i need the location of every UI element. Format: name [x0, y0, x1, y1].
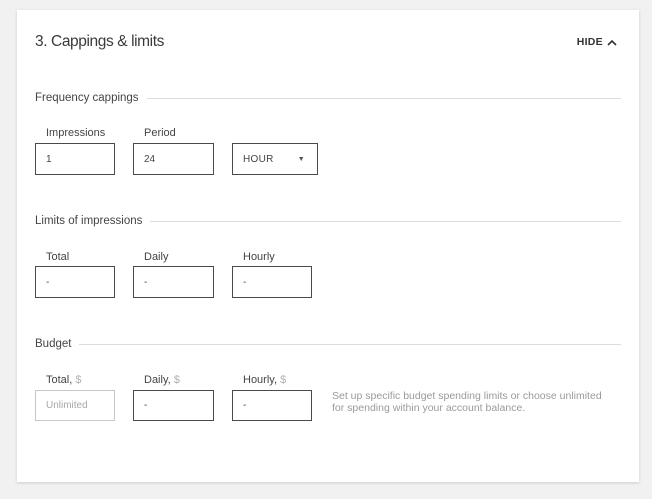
budget-total-label: Total, $ [46, 374, 81, 386]
budget-total-input[interactable]: Unlimited [35, 390, 115, 421]
budget-hourly-input[interactable]: - [232, 390, 312, 421]
limits-hourly-label: Hourly [243, 251, 275, 263]
currency-unit: $ [75, 374, 82, 386]
limits-daily-input[interactable]: - [133, 266, 214, 298]
divider [150, 220, 621, 222]
caret-down-icon: ▼ [297, 155, 305, 163]
period-unit-select[interactable]: HOUR ▼ [232, 143, 318, 175]
limits-daily-label: Daily [144, 251, 169, 263]
divider [79, 343, 621, 345]
budget-hourly-label-text: Hourly, [243, 374, 278, 386]
budget-daily-label: Daily, $ [144, 374, 180, 386]
hide-label: HIDE [576, 36, 603, 48]
hide-button[interactable]: HIDE [577, 36, 617, 48]
limits-total-input[interactable]: - [35, 266, 115, 298]
frequency-heading: Frequency cappings [35, 92, 139, 104]
limits-total-label: Total [46, 251, 70, 263]
card-title: 3. Cappings & limits [35, 33, 164, 50]
impressions-input[interactable]: 1 [35, 143, 115, 175]
currency-unit: $ [280, 374, 287, 386]
impressions-label: Impressions [46, 127, 106, 139]
chevron-up-icon [607, 39, 617, 46]
budget-daily-label-text: Daily, [144, 374, 171, 386]
limits-section-header: Limits of impressions [35, 215, 621, 227]
limits-hourly-input[interactable]: - [232, 266, 312, 298]
currency-unit: $ [173, 374, 180, 386]
limits-heading: Limits of impressions [35, 215, 143, 227]
budget-heading: Budget [35, 338, 72, 350]
cappings-limits-card: 3. Cappings & limits HIDE Frequency capp… [17, 10, 639, 482]
budget-hint: Set up specific budget spending limits o… [332, 390, 602, 414]
period-label: Period [144, 127, 176, 139]
period-input[interactable]: 24 [133, 143, 214, 175]
budget-hourly-label: Hourly, $ [243, 374, 286, 386]
period-unit-value: HOUR [243, 153, 274, 165]
budget-daily-input[interactable]: - [133, 390, 214, 421]
budget-total-label-text: Total, [46, 374, 73, 386]
budget-section-header: Budget [35, 338, 621, 350]
divider [146, 97, 621, 99]
frequency-section-header: Frequency cappings [35, 92, 621, 104]
